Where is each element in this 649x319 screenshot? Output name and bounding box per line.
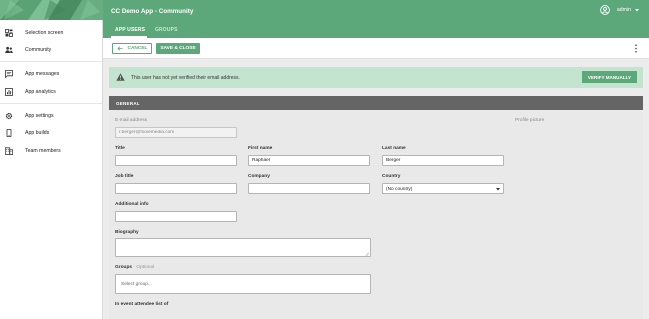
sidebar-item-app-analytics[interactable]: App analytics bbox=[0, 86, 102, 98]
arrow-left-icon bbox=[116, 46, 122, 51]
sidebar-item-app-messages[interactable]: App messages bbox=[0, 68, 102, 80]
groups-placeholder: Select group... bbox=[121, 282, 152, 287]
messages-icon bbox=[5, 70, 13, 78]
sidebar-item-label: App settings bbox=[25, 113, 54, 119]
sidebar-banner-logo bbox=[0, 0, 103, 20]
alert-message: This user has not yet verified their ema… bbox=[131, 75, 240, 81]
sidebar-item-community[interactable]: Community bbox=[0, 44, 102, 56]
app-header: CC Demo App - Community admin APP USERS … bbox=[103, 0, 649, 38]
job-title-field[interactable] bbox=[115, 183, 237, 194]
section-title: GENERAL bbox=[116, 100, 140, 106]
profile-picture-label: Profile picture bbox=[515, 118, 545, 123]
title-label: Title bbox=[115, 146, 125, 151]
sidebar-item-selection-screen[interactable]: Selection screen bbox=[0, 27, 102, 39]
country-select[interactable]: (No country) bbox=[382, 183, 504, 194]
sidebar-item-team-members[interactable]: Team members bbox=[0, 145, 102, 157]
warning-icon bbox=[116, 73, 125, 81]
phone-icon bbox=[6, 129, 12, 137]
more-vert-icon[interactable] bbox=[634, 44, 638, 53]
company-field[interactable] bbox=[248, 183, 370, 194]
additional-info-label: Additional info bbox=[115, 202, 149, 207]
email-verification-alert: This user has not yet verified their ema… bbox=[109, 67, 643, 88]
sidebar-item-label: App analytics bbox=[25, 89, 56, 95]
groups-select[interactable]: Select group... bbox=[115, 274, 371, 294]
account-circle-icon bbox=[600, 5, 610, 15]
dropdown-caret-icon bbox=[496, 188, 500, 191]
save-close-button[interactable]: SAVE & CLOSE bbox=[156, 43, 200, 54]
sidebar-item-label: App messages bbox=[25, 71, 60, 77]
sidebar-item-label: Team members bbox=[25, 148, 61, 154]
sidebar-item-app-settings[interactable]: App settings bbox=[0, 110, 102, 122]
sidebar-item-label: Selection screen bbox=[25, 30, 64, 36]
user-name: admin bbox=[616, 7, 631, 13]
tab-app-users[interactable]: APP USERS bbox=[115, 27, 145, 33]
last-name-field[interactable] bbox=[382, 155, 504, 166]
first-name-field[interactable] bbox=[248, 155, 370, 166]
chevron-down-icon bbox=[635, 8, 639, 11]
section-header-general: GENERAL bbox=[109, 96, 643, 110]
app-title: CC Demo App - Community bbox=[111, 8, 194, 15]
action-bar: CANCEL SAVE & CLOSE bbox=[103, 38, 649, 59]
country-label: Country bbox=[382, 174, 401, 179]
additional-info-field[interactable] bbox=[115, 211, 237, 222]
community-icon bbox=[5, 46, 13, 53]
email-field[interactable] bbox=[115, 127, 237, 138]
company-label: Company bbox=[248, 174, 270, 179]
groups-label: Groups · Optional bbox=[115, 265, 154, 270]
tab-groups[interactable]: GROUPS bbox=[155, 27, 178, 33]
team-icon bbox=[5, 147, 13, 155]
cancel-button-label: CANCEL bbox=[127, 46, 148, 51]
verify-manually-button[interactable]: VERIFY MANUALLY bbox=[582, 71, 637, 83]
sidebar-item-label: Community bbox=[25, 47, 52, 53]
user-menu[interactable]: admin bbox=[600, 5, 639, 15]
sidebar-divider bbox=[0, 61, 102, 62]
biography-field[interactable] bbox=[115, 238, 371, 257]
first-name-label: First name bbox=[248, 146, 273, 151]
last-name-label: Last name bbox=[382, 146, 406, 151]
resize-handle-icon[interactable] bbox=[365, 252, 369, 256]
sidebar-item-app-builds[interactable]: App builds bbox=[0, 127, 102, 139]
sidebar-item-label: App builds bbox=[25, 130, 50, 136]
sidebar: Selection screen Community App messages … bbox=[0, 0, 103, 319]
selection-screen-icon bbox=[5, 29, 13, 37]
optional-hint: · Optional bbox=[133, 265, 155, 270]
gear-icon bbox=[5, 112, 13, 120]
analytics-icon bbox=[5, 88, 13, 96]
country-select-value: (No country) bbox=[386, 186, 413, 192]
biography-label: Biography bbox=[115, 230, 139, 235]
email-label: E-mail address bbox=[115, 118, 147, 123]
groups-label-text: Groups bbox=[115, 265, 133, 270]
sidebar-divider bbox=[0, 103, 102, 104]
job-title-label: Job title bbox=[115, 174, 134, 179]
event-attendee-label: In event attendee list of bbox=[115, 302, 169, 307]
title-field[interactable] bbox=[115, 155, 237, 166]
cancel-button[interactable]: CANCEL bbox=[112, 43, 152, 54]
